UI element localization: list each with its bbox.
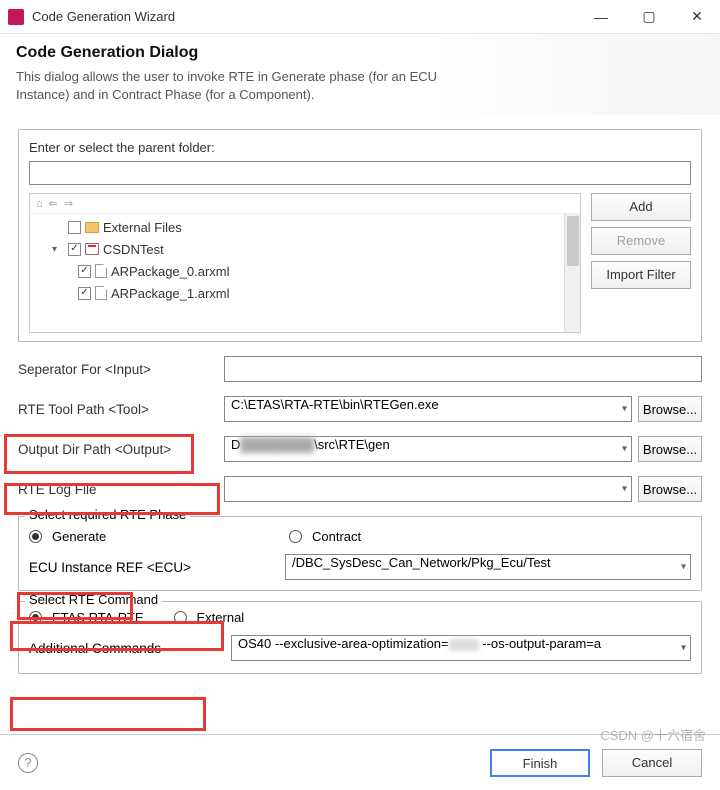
rte-tool-path-row: RTE Tool Path <Tool> C:\ETAS\RTA-RTE\bin… <box>18 396 702 422</box>
tree-item-label: ARPackage_0.arxml <box>111 264 230 279</box>
window-controls: — ▢ ✕ <box>586 8 712 25</box>
tree-caret[interactable]: ▾ <box>52 244 64 255</box>
output-dir-label: Output Dir Path <Output> <box>18 442 218 457</box>
rte-command-legend: Select RTE Command <box>25 592 162 607</box>
additional-commands-label: Additional Commands <box>29 641 225 656</box>
rte-command-fieldset: Select RTE Command ETAS RTA-RTE External… <box>18 601 702 674</box>
cancel-button[interactable]: Cancel <box>602 749 702 777</box>
file-icon <box>95 264 107 278</box>
ecu-instance-value: /DBC_SysDesc_Can_Network/Pkg_Ecu/Test <box>292 555 551 570</box>
parent-folder-group: Enter or select the parent folder: ⌂ ⇐ ⇒… <box>18 129 702 342</box>
ecu-instance-label: ECU Instance REF <ECU> <box>29 560 279 575</box>
tree-item-label: CSDNTest <box>103 242 164 257</box>
etas-radio-label: ETAS RTA-RTE <box>52 610 144 625</box>
tree-checkbox[interactable]: ✓ <box>68 243 81 256</box>
rte-phase-fieldset: Select required RTE Phase Generate Contr… <box>18 516 702 591</box>
external-radio-label: External <box>197 610 245 625</box>
add-button[interactable]: Add <box>591 193 691 221</box>
rte-tool-browse-button[interactable]: Browse... <box>638 396 702 422</box>
highlight-box <box>10 697 206 731</box>
etas-radio-row[interactable]: ETAS RTA-RTE <box>29 610 144 625</box>
tree-item-label: ARPackage_1.arxml <box>111 286 230 301</box>
close-button[interactable]: ✕ <box>682 8 712 25</box>
radio-icon <box>289 530 302 543</box>
folder-tree[interactable]: ⌂ ⇐ ⇒ External Files ▾ ✓ CSDN <box>29 193 581 333</box>
separator-input[interactable] <box>224 356 702 382</box>
rte-log-row: RTE Log File ▾ Browse... <box>18 476 702 502</box>
rte-log-combo[interactable]: ▾ <box>224 476 632 502</box>
remove-button[interactable]: Remove <box>591 227 691 255</box>
output-dir-browse-button[interactable]: Browse... <box>638 436 702 462</box>
forward-icon[interactable]: ⇒ <box>64 197 73 210</box>
chevron-down-icon: ▾ <box>622 484 627 495</box>
generate-radio-row[interactable]: Generate <box>29 529 279 544</box>
rte-tool-path-label: RTE Tool Path <Tool> <box>18 402 218 417</box>
rte-log-browse-button[interactable]: Browse... <box>638 476 702 502</box>
back-icon[interactable]: ⇐ <box>49 197 58 210</box>
tree-item[interactable]: External Files <box>34 216 576 238</box>
ecu-instance-combo[interactable]: /DBC_SysDesc_Can_Network/Pkg_Ecu/Test ▾ <box>285 554 691 580</box>
rte-log-label: RTE Log File <box>18 482 218 497</box>
parent-folder-label: Enter or select the parent folder: <box>29 140 691 155</box>
vertical-scrollbar[interactable] <box>564 214 580 332</box>
output-dir-combo[interactable]: D████████\src\RTE\gen ▾ <box>224 436 632 462</box>
external-radio-row[interactable]: External <box>174 610 245 625</box>
parent-folder-input[interactable] <box>29 161 691 185</box>
output-dir-row: Output Dir Path <Output> D████████\src\R… <box>18 436 702 462</box>
dialog-banner: Code Generation Dialog This dialog allow… <box>0 34 720 115</box>
chevron-down-icon: ▾ <box>681 562 686 573</box>
dialog-description: This dialog allows the user to invoke RT… <box>16 68 476 103</box>
import-filter-button[interactable]: Import Filter <box>591 261 691 289</box>
additional-commands-value: OS40 --exclusive-area-optimization= --os… <box>238 636 601 651</box>
separator-label: Seperator For <Input> <box>18 362 218 377</box>
tree-checkbox[interactable]: ✓ <box>78 265 91 278</box>
contract-radio-label: Contract <box>312 529 361 544</box>
help-icon[interactable]: ? <box>18 753 38 773</box>
rte-tool-path-value: C:\ETAS\RTA-RTE\bin\RTEGen.exe <box>231 397 439 412</box>
contract-radio-row[interactable]: Contract <box>289 529 361 544</box>
finish-button[interactable]: Finish <box>490 749 590 777</box>
window-title: Code Generation Wizard <box>32 9 586 24</box>
chevron-down-icon: ▾ <box>681 643 686 654</box>
generate-radio-label: Generate <box>52 529 106 544</box>
tree-toolbar: ⌂ ⇐ ⇒ <box>30 194 580 214</box>
content-area: Enter or select the parent folder: ⌂ ⇐ ⇒… <box>0 115 720 678</box>
rte-phase-legend: Select required RTE Phase <box>25 507 190 522</box>
app-icon <box>8 9 24 25</box>
rte-tool-path-combo[interactable]: C:\ETAS\RTA-RTE\bin\RTEGen.exe ▾ <box>224 396 632 422</box>
radio-icon <box>29 611 42 624</box>
tree-checkbox[interactable]: ✓ <box>78 287 91 300</box>
watermark: CSDN @十六宿舍 <box>600 725 706 744</box>
chevron-down-icon: ▾ <box>622 404 627 415</box>
titlebar: Code Generation Wizard — ▢ ✕ <box>0 0 720 34</box>
tree-item[interactable]: ▾ ✓ CSDNTest <box>34 238 576 260</box>
radio-icon <box>29 530 42 543</box>
additional-commands-combo[interactable]: OS40 --exclusive-area-optimization= --os… <box>231 635 691 661</box>
separator-row: Seperator For <Input> <box>18 356 702 382</box>
radio-icon <box>174 611 187 624</box>
tree-item[interactable]: ✓ ARPackage_1.arxml <box>34 282 576 304</box>
package-icon <box>85 243 99 255</box>
file-icon <box>95 286 107 300</box>
folder-icon <box>85 222 99 233</box>
minimize-button[interactable]: — <box>586 9 616 25</box>
tree-item-label: External Files <box>103 220 182 235</box>
dialog-heading: Code Generation Dialog <box>16 44 704 62</box>
maximize-button[interactable]: ▢ <box>634 8 664 25</box>
chevron-down-icon: ▾ <box>622 444 627 455</box>
tree-item[interactable]: ✓ ARPackage_0.arxml <box>34 260 576 282</box>
tree-checkbox[interactable] <box>68 221 81 234</box>
output-dir-value: D████████\src\RTE\gen <box>231 437 390 452</box>
home-icon[interactable]: ⌂ <box>36 198 43 210</box>
